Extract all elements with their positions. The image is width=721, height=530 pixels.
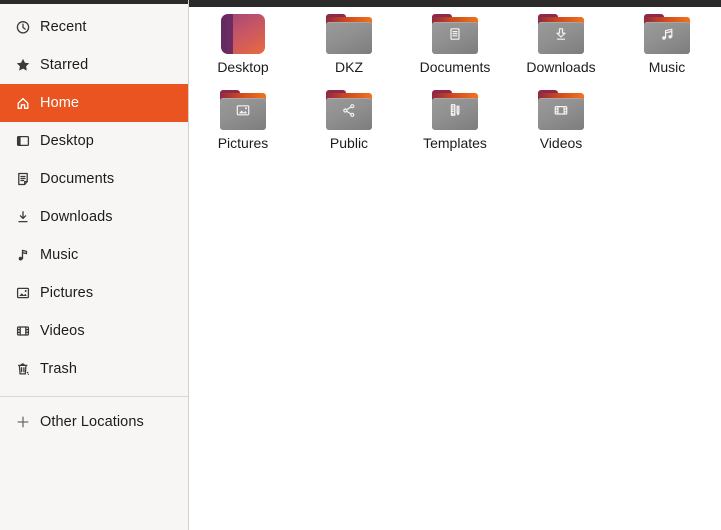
sidebar-item-desktop[interactable]: Desktop xyxy=(0,122,188,160)
file-item-downloads[interactable]: Downloads xyxy=(508,7,614,83)
titlebar-remnant-sidebar xyxy=(0,0,189,4)
recent-icon xyxy=(15,19,31,35)
file-item-label: Music xyxy=(648,59,686,75)
file-item-documents[interactable]: Documents xyxy=(402,7,508,83)
sidebar-item-videos[interactable]: Videos xyxy=(0,312,188,350)
sidebar: Recent Starred Home Desktop Documents Do… xyxy=(0,0,188,530)
file-item-music[interactable]: Music xyxy=(614,7,720,83)
sidebar-item-documents[interactable]: Documents xyxy=(0,160,188,198)
pictures-icon xyxy=(15,285,31,301)
sidebar-item-pictures[interactable]: Pictures xyxy=(0,274,188,312)
documents-icon xyxy=(15,171,31,187)
sidebar-item-label: Documents xyxy=(40,171,115,187)
video-emblem-icon xyxy=(554,105,568,115)
sidebar-item-label: Videos xyxy=(40,323,85,339)
file-item-label: Templates xyxy=(423,135,487,151)
sidebar-item-trash[interactable]: Trash xyxy=(0,350,188,388)
sidebar-separator xyxy=(0,396,188,397)
sidebar-item-label: Music xyxy=(40,247,79,263)
template-emblem-icon xyxy=(450,104,460,116)
file-item-label: Videos xyxy=(539,135,583,151)
folder-documents-icon xyxy=(432,14,478,54)
downloads-icon xyxy=(15,209,31,225)
file-item-templates[interactable]: Templates xyxy=(402,83,508,159)
file-item-label: Documents xyxy=(419,59,491,75)
photo-emblem-icon xyxy=(236,105,250,116)
sidebar-main-divider xyxy=(188,0,189,530)
folder-templates-icon xyxy=(432,90,478,130)
sidebar-item-music[interactable]: Music xyxy=(0,236,188,274)
file-item-label: Downloads xyxy=(526,59,596,75)
plain-folder-icon xyxy=(326,14,372,54)
document-emblem-icon xyxy=(450,28,460,40)
file-item-label: DKZ xyxy=(335,59,363,75)
sidebar-item-other-locations[interactable]: Other Locations xyxy=(0,403,188,441)
folder-videos-icon xyxy=(538,90,584,130)
file-item-desktop[interactable]: Desktop xyxy=(190,7,296,83)
folder-public-icon xyxy=(326,90,372,130)
sidebar-item-recent[interactable]: Recent xyxy=(0,8,188,46)
file-item-label: Desktop xyxy=(217,59,269,75)
sidebar-item-label: Home xyxy=(40,95,80,111)
sidebar-item-home[interactable]: Home xyxy=(0,84,188,122)
file-item-pictures[interactable]: Pictures xyxy=(190,83,296,159)
folder-music-icon xyxy=(644,14,690,54)
starred-icon xyxy=(15,57,31,73)
file-item-videos[interactable]: Videos xyxy=(508,83,614,159)
share-emblem-icon xyxy=(343,104,355,117)
sidebar-item-label: Pictures xyxy=(40,285,94,301)
file-grid: Desktop DKZ Documents Downloads Music Pi… xyxy=(190,7,721,530)
sidebar-item-starred[interactable]: Starred xyxy=(0,46,188,84)
sidebar-item-label: Starred xyxy=(40,57,89,73)
plus-icon xyxy=(15,414,31,430)
videos-icon xyxy=(15,323,31,339)
files-window: Recent Starred Home Desktop Documents Do… xyxy=(0,0,721,530)
file-item-public[interactable]: Public xyxy=(296,83,402,159)
sidebar-item-label: Other Locations xyxy=(40,414,144,430)
desktop-gradient-icon xyxy=(221,14,265,54)
trash-icon xyxy=(15,361,31,377)
download-emblem-icon xyxy=(556,28,566,40)
folder-pictures-icon xyxy=(220,90,266,130)
sidebar-item-label: Trash xyxy=(40,361,78,377)
file-item-label: Public xyxy=(329,135,369,151)
desktop-icon xyxy=(15,133,31,149)
home-icon xyxy=(15,95,31,111)
sidebar-item-label: Downloads xyxy=(40,209,113,225)
file-item-dkz[interactable]: DKZ xyxy=(296,7,402,83)
sidebar-item-label: Desktop xyxy=(40,133,94,149)
music-emblem-icon xyxy=(662,28,673,40)
sidebar-item-label: Recent xyxy=(40,19,87,35)
sidebar-item-downloads[interactable]: Downloads xyxy=(0,198,188,236)
titlebar-remnant-main xyxy=(189,0,721,7)
folder-downloads-icon xyxy=(538,14,584,54)
file-item-label: Pictures xyxy=(217,135,269,151)
music-icon xyxy=(15,247,31,263)
